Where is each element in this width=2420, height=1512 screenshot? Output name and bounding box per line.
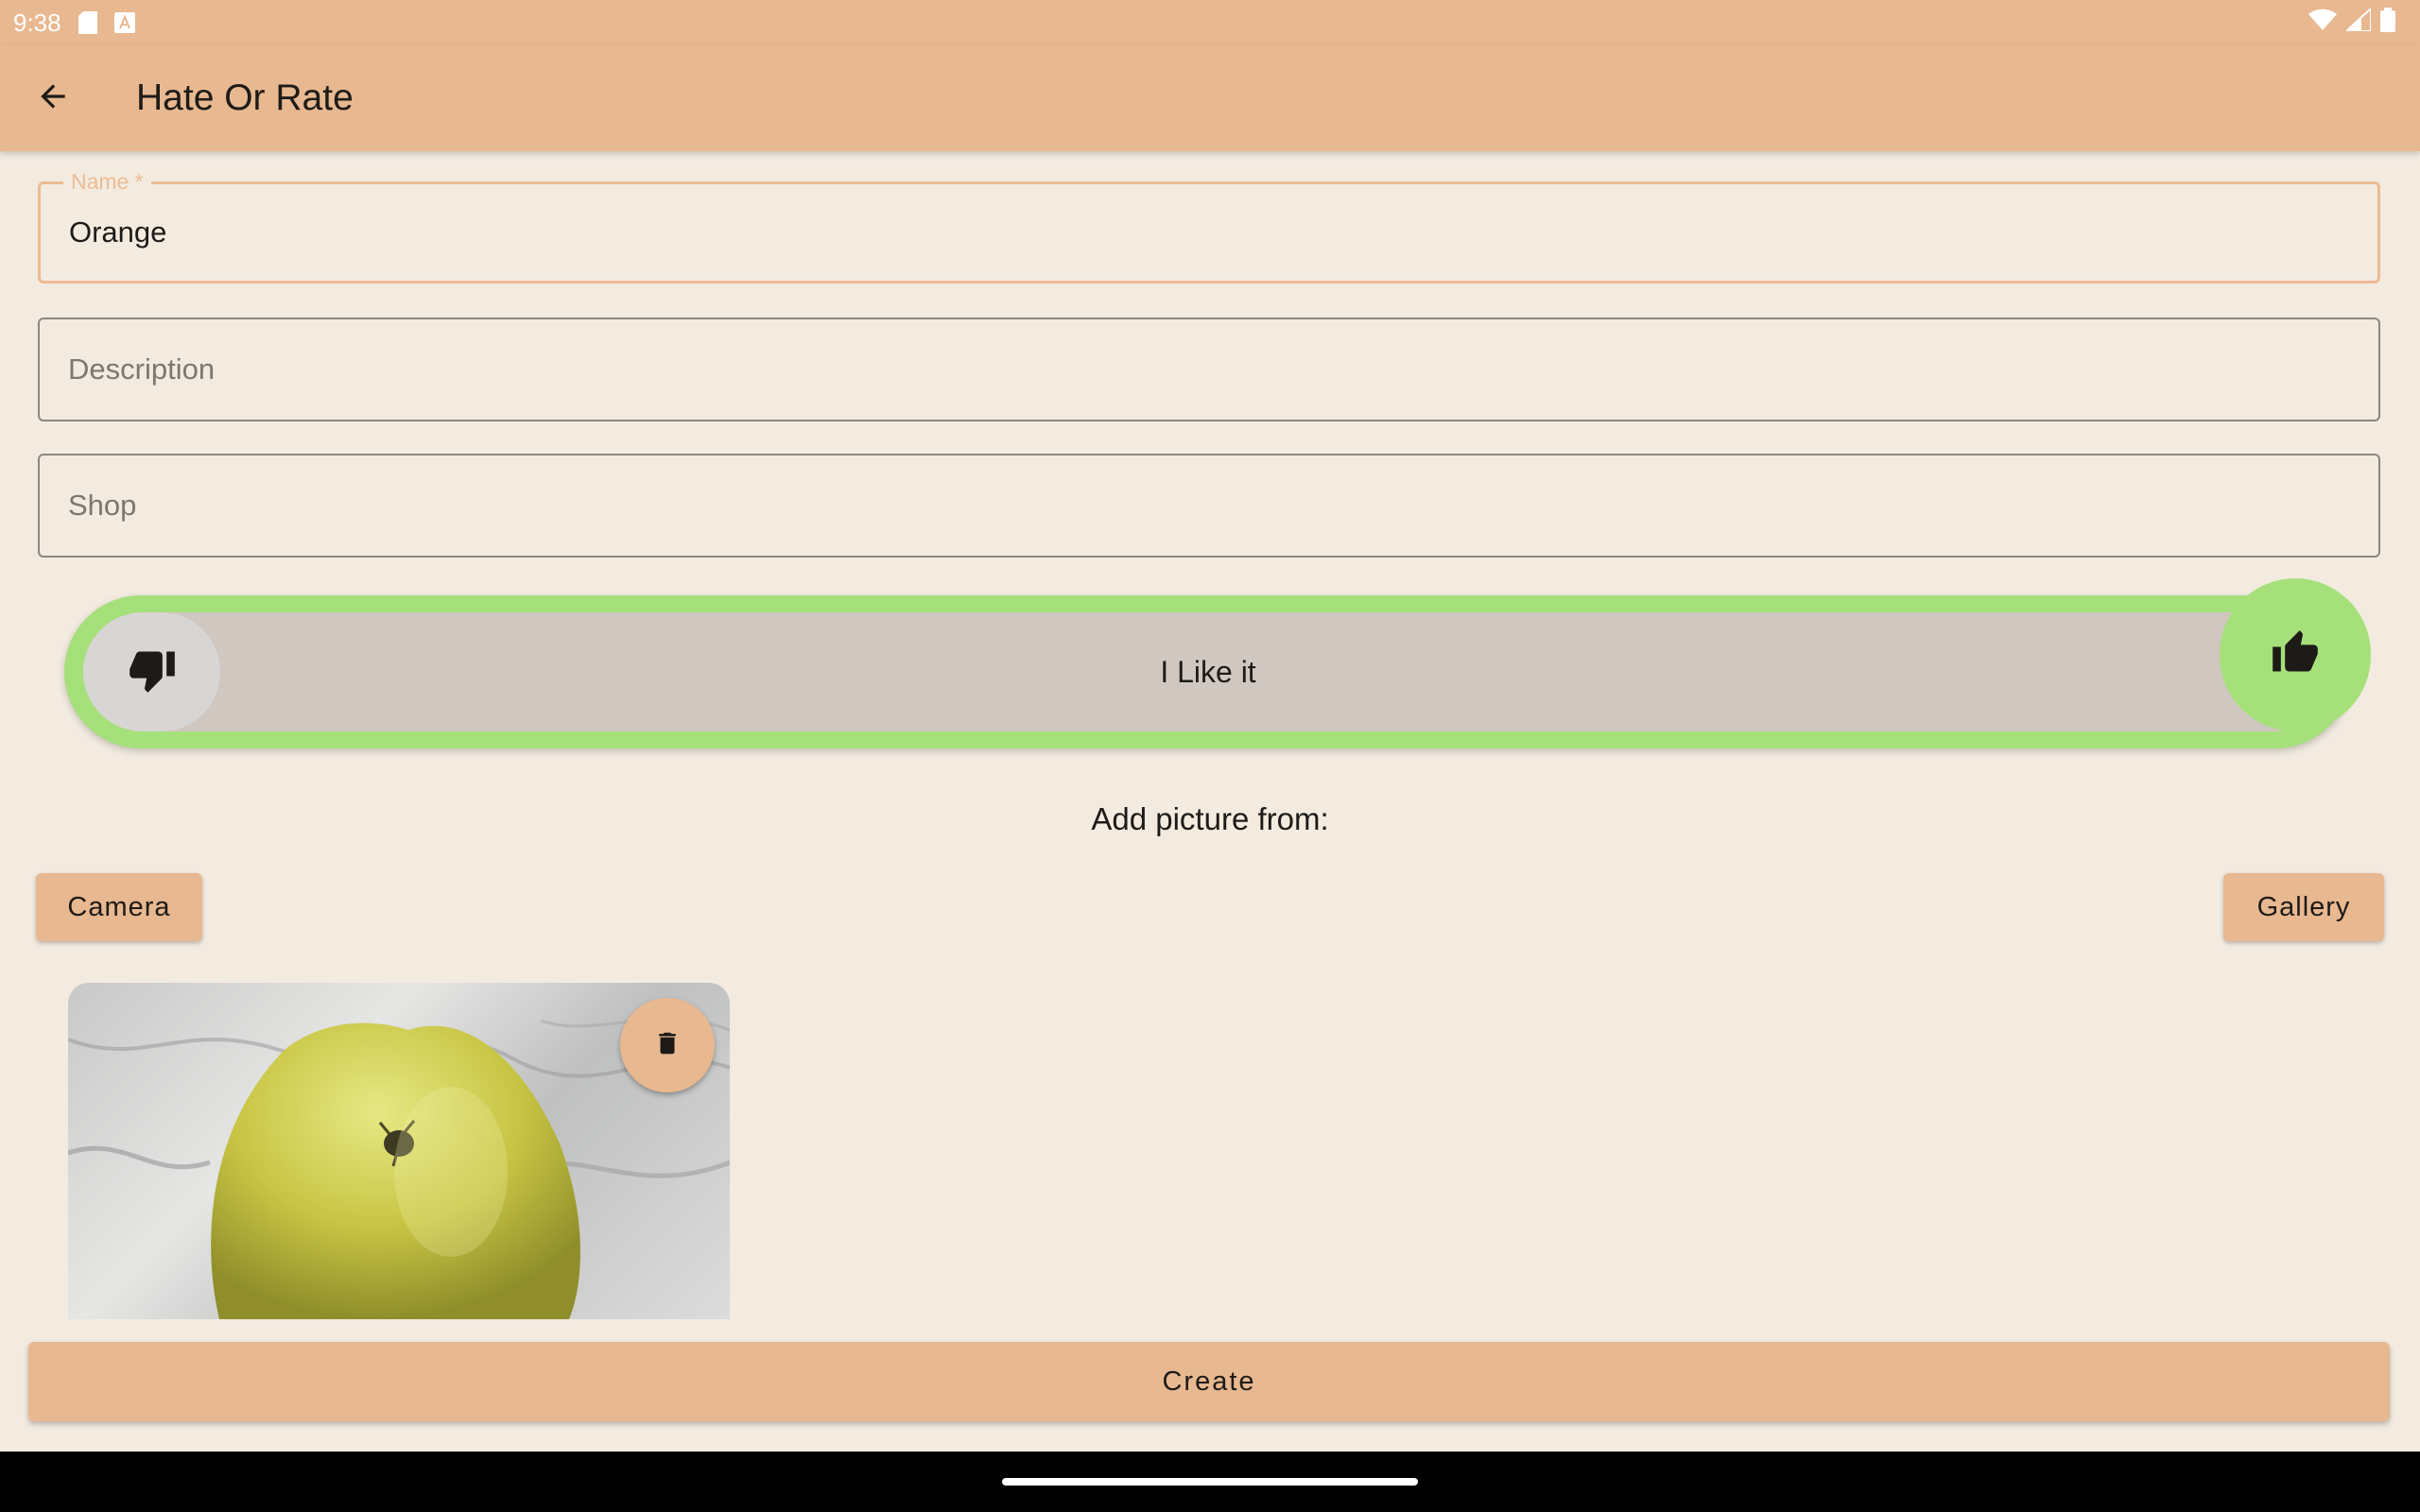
shop-field[interactable]: Shop (38, 454, 2380, 558)
home-gesture-handle[interactable] (1002, 1478, 1418, 1486)
shop-placeholder: Shop (68, 489, 137, 522)
rating-toggle[interactable]: I Like it (64, 578, 2371, 748)
page-title: Hate Or Rate (136, 77, 354, 118)
battery-icon (2380, 7, 2395, 39)
wifi-icon (2308, 9, 2337, 38)
create-button[interactable]: Create (28, 1342, 2390, 1421)
navigation-bar (0, 1452, 2420, 1512)
description-placeholder: Description (68, 352, 216, 386)
gallery-button[interactable]: Gallery (2223, 873, 2384, 941)
name-field[interactable]: Name * Orange (38, 169, 2380, 284)
name-field-value: Orange (69, 215, 167, 249)
keyboard-a-icon (113, 12, 135, 33)
signal-icon (2343, 6, 2372, 38)
thumb-up-icon (2271, 628, 2320, 682)
add-picture-label: Add picture from: (1091, 801, 1329, 836)
app-bar: Hate Or Rate (0, 45, 2420, 151)
status-time: 9:38 (13, 8, 61, 37)
trash-icon (653, 1029, 682, 1062)
camera-button[interactable]: Camera (36, 873, 202, 941)
sd-card-icon (78, 11, 97, 34)
delete-picture-button[interactable] (620, 998, 715, 1092)
status-right (2308, 0, 2395, 45)
rating-label: I Like it (1160, 655, 1256, 689)
rating-track: I Like it (83, 612, 2333, 731)
arrow-back-icon (35, 78, 71, 119)
status-bar: 9:38 (0, 0, 2420, 45)
back-button[interactable] (21, 66, 85, 130)
like-button[interactable] (2220, 578, 2371, 731)
description-field[interactable]: Description (38, 318, 2380, 421)
